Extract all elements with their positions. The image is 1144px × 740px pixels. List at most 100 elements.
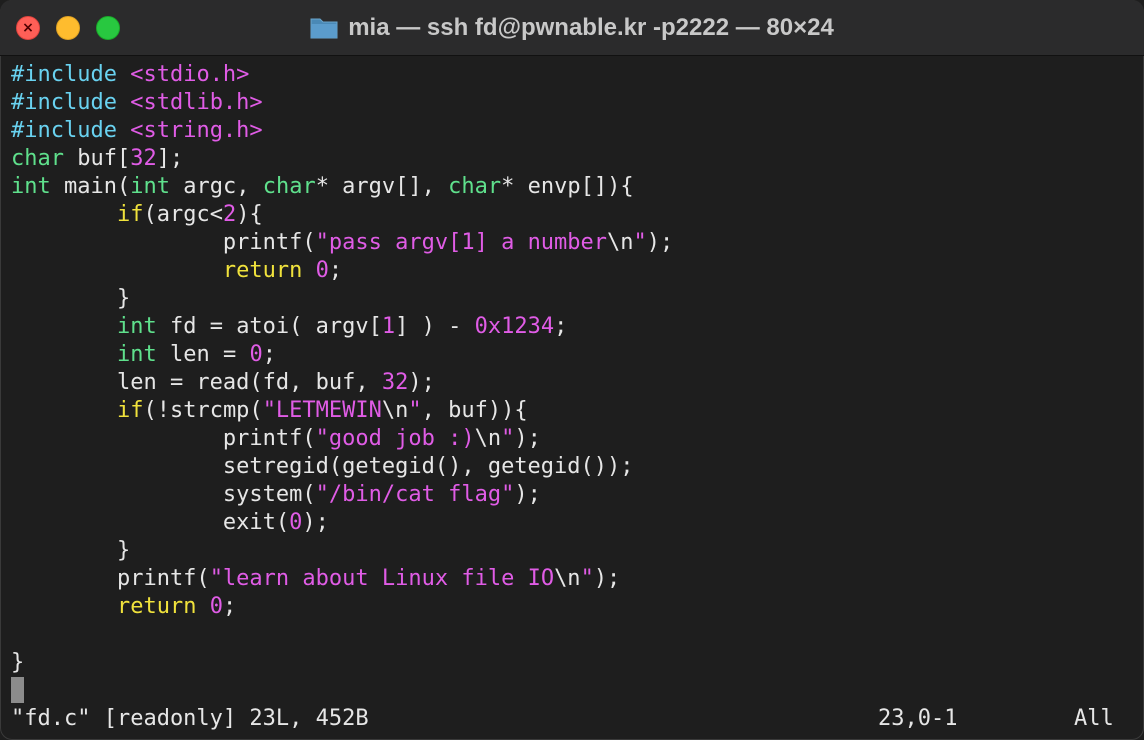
folder-icon	[310, 18, 338, 39]
code-token: #include	[11, 62, 131, 87]
code-token: int	[116, 314, 157, 339]
code-line: return 0;	[11, 593, 673, 621]
code-token: printf(	[11, 426, 316, 451]
code-token: ] ) -	[395, 314, 475, 339]
code-token: len = read(fd, buf,	[11, 370, 382, 395]
code-line: }	[11, 285, 673, 313]
code-line: #include <stdio.h>	[11, 61, 673, 89]
code-token: );	[646, 230, 674, 255]
code-token: "pass argv[1] a number	[315, 230, 608, 255]
status-file-info: "fd.c" [readonly] 23L, 452B	[11, 706, 369, 731]
code-token: 0	[315, 258, 329, 283]
code-token: fd = atoi( argv[	[156, 314, 382, 339]
code-token: \n	[554, 566, 581, 591]
code-token: );	[408, 370, 435, 395]
code-line: int main(int argc, char* argv[], char* e…	[11, 173, 673, 201]
code-token: * argv[],	[315, 174, 449, 199]
code-token: "	[633, 230, 647, 255]
code-token: );	[514, 426, 541, 451]
code-line: exit(0);	[11, 509, 673, 537]
code-token: ;	[554, 314, 568, 339]
code-line: return 0;	[11, 257, 673, 285]
status-cursor-position: 23,0-1	[878, 706, 958, 731]
code-token: "/bin/cat flag"	[315, 482, 515, 507]
title-wrap: mia — ssh fd@pwnable.kr -p2222 — 80×24	[0, 0, 1144, 56]
code-token: 32	[381, 370, 409, 395]
code-line: if(!strcmp("LETMEWIN\n", buf)){	[11, 397, 673, 425]
code-token: 0	[209, 594, 223, 619]
code-token: "	[580, 566, 594, 591]
status-scroll-indicator: All	[1074, 706, 1114, 731]
code-token: (!strcmp(	[143, 398, 263, 423]
code-token: exit(	[11, 510, 290, 535]
code-line: int len = 0;	[11, 341, 673, 369]
code-line: if(argc<2){	[11, 201, 673, 229]
code-token: <stdlib.h>	[130, 90, 263, 115]
code-token: 0	[289, 510, 303, 535]
code-token: int	[130, 174, 170, 199]
code-token: "	[501, 426, 515, 451]
code-token: }	[11, 538, 131, 563]
code-token: #include	[11, 118, 131, 143]
terminal-window: × mia — ssh fd@pwnable.kr -p2222 — 80×24…	[0, 0, 1144, 740]
code-token: if	[116, 398, 144, 423]
code-token: \n	[474, 426, 502, 451]
code-token: argc,	[169, 174, 263, 199]
code-token: }	[11, 286, 131, 311]
code-token: \n	[381, 398, 409, 423]
code-token: main(	[50, 174, 131, 199]
window-title: mia — ssh fd@pwnable.kr -p2222 — 80×24	[348, 14, 834, 41]
code-token: len =	[156, 342, 250, 367]
code-token: ;	[328, 258, 343, 283]
code-token: setregid(getegid(), getegid());	[11, 454, 634, 479]
terminal-content[interactable]: #include <stdio.h> #include <stdlib.h> #in…	[11, 61, 673, 677]
code-token: char	[448, 174, 502, 199]
code-line: }	[11, 649, 673, 677]
code-token: ;	[222, 594, 237, 619]
code-line: setregid(getegid(), getegid());	[11, 453, 673, 481]
text-cursor	[11, 677, 24, 703]
code-token: if	[116, 202, 144, 227]
code-line: #include <stdlib.h>	[11, 89, 673, 117]
code-token: int	[11, 174, 51, 199]
code-token: "LETMEWIN	[262, 398, 382, 423]
title-bar[interactable]: × mia — ssh fd@pwnable.kr -p2222 — 80×24	[0, 0, 1144, 56]
code-token: ){	[236, 202, 263, 227]
code-token: <stdio.h>	[130, 62, 250, 87]
code-token: );	[593, 566, 621, 591]
code-line: system("/bin/cat flag");	[11, 481, 673, 509]
code-token: 1	[381, 314, 396, 339]
code-token: ];	[156, 146, 184, 171]
code-line: len = read(fd, buf, 32);	[11, 369, 673, 397]
code-line: #include <string.h>	[11, 117, 673, 145]
code-token: , buf)){	[421, 398, 528, 423]
code-token: ;	[262, 342, 276, 367]
code-token: #include	[11, 90, 131, 115]
code-token: return	[116, 594, 197, 619]
code-token: 2	[222, 202, 237, 227]
code-token: system(	[11, 482, 316, 507]
code-token: char	[262, 174, 316, 199]
code-token: \n	[607, 230, 634, 255]
code-token: );	[514, 482, 541, 507]
code-line: printf("pass argv[1] a number\n");	[11, 229, 673, 257]
code-token: char	[11, 146, 64, 171]
code-line: char buf[32];	[11, 145, 673, 173]
code-line: printf("good job :)\n");	[11, 425, 673, 453]
code-line: }	[11, 537, 673, 565]
code-token: "learn about Linux file IO	[209, 566, 555, 591]
code-token: 0x1234	[474, 314, 555, 339]
code-token: return	[222, 258, 303, 283]
code-token: "	[408, 398, 422, 423]
code-token: * envp[]){	[501, 174, 634, 199]
code-line: int fd = atoi( argv[1] ) - 0x1234;	[11, 313, 673, 341]
code-token: (argc<	[143, 202, 223, 227]
code-token: }	[11, 650, 25, 675]
code-token: "good job :)	[315, 426, 475, 451]
